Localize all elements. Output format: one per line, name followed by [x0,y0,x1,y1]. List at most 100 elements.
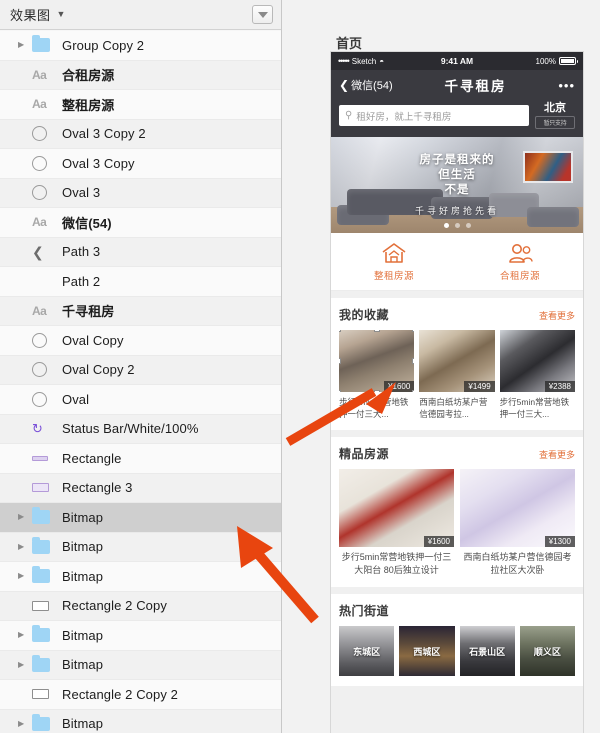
search-icon: ⚲ [345,110,353,121]
layer-row[interactable]: ▶Oval [0,385,281,415]
search-input[interactable]: ⚲ 租好房，就上千寻租房 [339,105,529,126]
layer-name-label: Rectangle 3 [62,480,133,496]
disclosure-triangle-icon[interactable]: ▶ [18,513,32,521]
layer-row[interactable]: ▶ Group Copy 2 [0,31,281,61]
layer-list[interactable]: ▶ Group Copy 2 ▶Aa合租房源▶Aa整租房源▶Oval 3 Copy … [0,31,281,733]
layer-row[interactable]: ▶ Bitmap [0,503,281,533]
property-card[interactable]: ¥1300 西南白纸坊某户营信德园考拉社区大次卧 [460,469,575,577]
layer-row[interactable]: ▶Rectangle 2 Copy [0,591,281,621]
layer-row[interactable]: ▶ Bitmap [0,532,281,562]
layer-name-label: 千寻租房 [62,304,115,320]
layer-type-icon [32,154,54,172]
street-tile[interactable]: 西城区 [399,626,455,676]
layer-type-icon: Aa [32,213,54,231]
layer-row[interactable]: ▶Oval 3 [0,178,281,208]
section-header: 我的收藏 查看更多 [339,306,575,323]
layer-row[interactable]: ▶Aa微信(54) [0,208,281,238]
symbol-icon: ↻ [32,421,43,437]
layer-row[interactable]: ▶ Bitmap [0,650,281,680]
carousel-dot[interactable] [465,223,471,228]
layer-type-icon [32,361,54,379]
filter-dropdown-icon[interactable] [252,5,273,24]
category-label: 整租房源 [373,270,414,282]
disclosure-triangle-icon[interactable]: ▶ [18,631,32,639]
category-label: 合租房源 [499,270,540,282]
layer-row[interactable]: ▶ Bitmap [0,709,281,733]
selection-handle[interactable] [412,390,415,392]
price-badge: ¥1300 [544,536,575,547]
property-card[interactable]: ¥1499 西南白纸坊某户营信德园考拉... [419,330,495,420]
section-header: 精品房源 查看更多 [339,445,575,462]
carousel-dot[interactable] [443,223,449,228]
hero-banner[interactable]: 房子是租来的 但生活 不是 千寻好房抢先看 [331,137,583,233]
layer-row[interactable]: ▶Oval 3 Copy 2 [0,119,281,149]
disclosure-triangle-icon[interactable]: ▶ [18,660,32,669]
property-card[interactable]: ¥2388 步行5min常营地铁押一付三大... [499,330,575,420]
category-item-shared[interactable]: 合租房源 [457,242,583,282]
folder-icon [32,536,50,554]
carousel-dot[interactable] [454,223,460,228]
layer-row[interactable]: ▶Aa千寻租房 [0,296,281,326]
layer-row[interactable]: ▶Rectangle [0,444,281,474]
house-icon [382,242,406,263]
property-card[interactable]: ¥1600 步行5min常营地铁押一付三大阳台 80后独立设计 [339,469,454,577]
layer-row[interactable]: ▶ Bitmap [0,621,281,651]
street-tile[interactable]: 顺义区 [519,626,575,676]
text-layer-icon: Aa [32,303,47,318]
layer-row[interactable]: ▶Oval Copy 2 [0,355,281,385]
disclosure-triangle-icon[interactable]: ▶ [18,719,32,728]
layer-row[interactable]: ▶Oval 3 Copy [0,149,281,179]
property-thumbnail: ¥1600 [339,469,454,547]
price-badge: ¥1499 [464,381,495,392]
search-placeholder: 租好房，就上千寻租房 [356,111,452,123]
layer-row[interactable]: ▶Oval Copy [0,326,281,356]
layer-name-label: Bitmap [62,716,104,732]
layer-name-label: Group Copy 2 [62,37,145,53]
location-selector[interactable]: 北京 暂只支持 [535,102,575,129]
layer-row[interactable]: ▶Aa合租房源 [0,60,281,90]
nav-title: 千寻租房 [444,79,507,94]
location-city-label: 北京 [544,102,566,114]
back-button[interactable]: ❮ 微信(54) [339,77,393,93]
canvas-area: 首页 ••••• Sketch ◓ 9:41 AM 100% ❮ 微信(54) … [283,0,600,733]
folder-icon [32,713,50,731]
street-label: 石景山区 [469,646,506,657]
selection-handle[interactable] [339,358,341,364]
selection-handle[interactable] [412,330,415,332]
category-item-entire[interactable]: 整租房源 [331,242,457,282]
selection-handle[interactable] [339,330,341,332]
selection-handle[interactable] [373,330,380,332]
layer-row[interactable]: ▶↻Status Bar/White/100% [0,414,281,444]
view-more-link[interactable]: 查看更多 [539,309,575,322]
page-title: 效果图 [10,8,51,23]
carrier-label: Sketch [351,56,377,66]
disclosure-triangle-icon[interactable]: ▶ [18,572,32,580]
layer-row[interactable]: ▶Aa整租房源 [0,90,281,120]
view-more-link[interactable]: 查看更多 [539,448,575,461]
hero-text-overlay: 房子是租来的 但生活 不是 千寻好房抢先看 [331,137,583,233]
chevron-left-icon: ❮ [339,78,350,92]
hero-line-3: 不是 [444,184,470,196]
selection-handle[interactable] [339,390,341,392]
layer-type-icon [32,597,54,615]
layer-row[interactable]: ▶Rectangle 2 Copy 2 [0,680,281,710]
rectangle-icon [32,600,49,611]
layer-row[interactable]: ▶ Bitmap [0,562,281,592]
street-tile[interactable]: 石景山区 [459,626,515,676]
more-dots-icon[interactable]: ••• [558,78,575,93]
disclosure-triangle-icon[interactable]: ▶ [18,542,32,551]
property-card[interactable]: ¥1600 步行5min常营地铁押一付三大... [339,330,415,420]
disclosure-triangle-icon[interactable]: ▶ [18,41,32,49]
price-badge: ¥1600 [384,381,415,392]
chevron-down-icon[interactable]: ▼ [57,10,66,19]
signal-dots-icon: ••••• [338,56,350,66]
layer-row[interactable]: ▶❮Path 3 [0,237,281,267]
property-caption: 步行5min常营地铁押一付三大阳台 80后独立设计 [341,552,452,575]
street-tile[interactable]: 东城区 [339,626,395,676]
layer-row[interactable]: ▶Rectangle 3 [0,473,281,503]
carousel-dots[interactable] [331,223,583,228]
layer-type-icon [32,125,54,143]
selection-handle[interactable] [373,390,380,392]
selection-handle[interactable] [412,358,415,364]
layer-row[interactable]: ▶Path 2 [0,267,281,297]
